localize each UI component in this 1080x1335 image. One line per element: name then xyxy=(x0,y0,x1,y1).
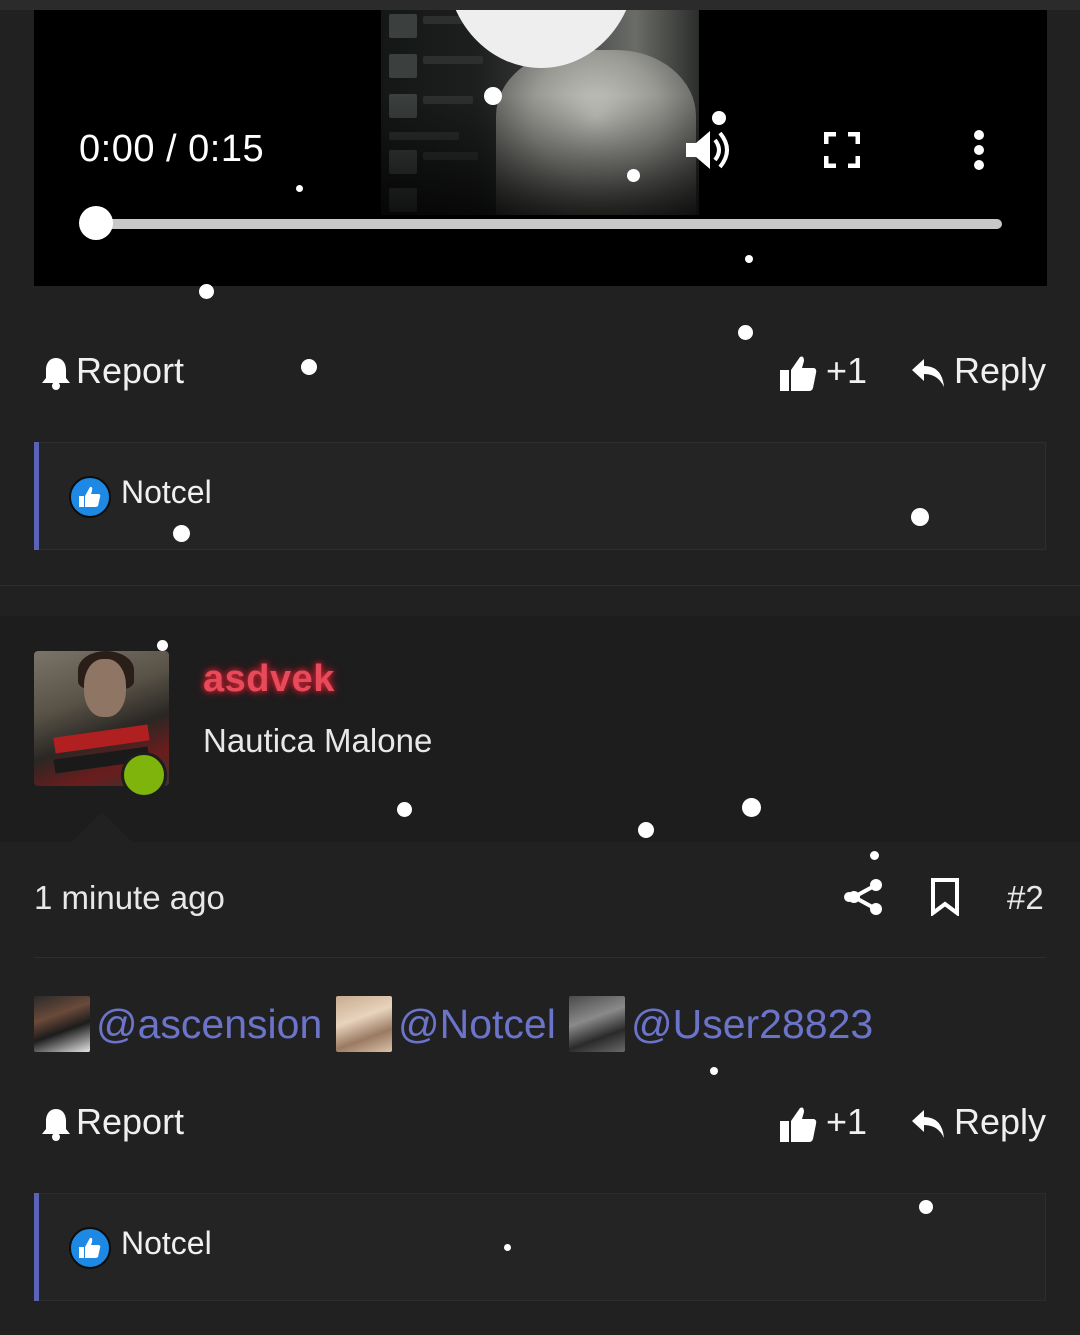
mention-avatar xyxy=(569,996,625,1052)
username[interactable]: asdvek xyxy=(203,658,335,701)
reaction-bar-accent xyxy=(34,1193,39,1301)
like-button[interactable]: +1 xyxy=(778,1101,867,1144)
report-button[interactable]: Report xyxy=(40,350,184,392)
mention-link[interactable]: @ascension xyxy=(34,996,322,1052)
report-label: Report xyxy=(76,350,185,391)
like-count: +1 xyxy=(826,350,868,391)
bell-icon xyxy=(42,358,70,391)
mention-name[interactable]: @ascension xyxy=(96,1001,322,1048)
reply-button[interactable]: Reply xyxy=(910,350,1046,392)
reaction-bar[interactable]: Notcel xyxy=(34,1193,1046,1301)
like-badge-icon xyxy=(69,1227,111,1269)
reactor-name[interactable]: Notcel xyxy=(121,474,212,511)
like-badge-icon xyxy=(69,476,111,518)
reply-icon xyxy=(912,359,944,388)
mention-name[interactable]: @User28823 xyxy=(631,1001,873,1048)
mention-link[interactable]: @Notcel xyxy=(336,996,556,1052)
reply-label: Reply xyxy=(954,350,1047,391)
thumbs-up-icon xyxy=(780,356,817,392)
more-vertical-icon[interactable] xyxy=(972,130,986,170)
reply-label: Reply xyxy=(954,1101,1047,1142)
thumbs-up-icon xyxy=(780,1107,817,1143)
post-timestamp[interactable]: 1 minute ago xyxy=(34,879,225,917)
reply-button[interactable]: Reply xyxy=(910,1101,1046,1143)
like-button[interactable]: +1 xyxy=(778,350,867,393)
reply-icon xyxy=(912,1110,944,1139)
report-label: Report xyxy=(76,1101,185,1142)
top-divider xyxy=(0,0,1080,10)
video-player[interactable]: 0:00 / 0:15 xyxy=(34,10,1047,286)
post-divider xyxy=(0,585,1080,586)
reaction-bar-accent xyxy=(34,442,39,550)
user-title: Nautica Malone xyxy=(203,722,433,759)
mention-link[interactable]: @User28823 xyxy=(569,996,873,1052)
mention-avatar xyxy=(34,996,90,1052)
mention-avatar xyxy=(336,996,392,1052)
post-number[interactable]: #2 xyxy=(1007,879,1044,917)
online-status-icon xyxy=(121,752,167,798)
bell-icon xyxy=(42,1109,70,1142)
like-count: +1 xyxy=(826,1101,868,1142)
reactor-name[interactable]: Notcel xyxy=(121,1225,212,1262)
video-time: 0:00 / 0:15 xyxy=(79,128,265,170)
volume-icon[interactable] xyxy=(684,128,734,172)
fullscreen-icon[interactable] xyxy=(824,132,860,168)
bookmark-icon[interactable] xyxy=(930,878,960,916)
mention-name[interactable]: @Notcel xyxy=(398,1001,556,1048)
video-progress-handle[interactable] xyxy=(79,206,113,240)
post-body-divider xyxy=(34,957,1046,958)
report-button[interactable]: Report xyxy=(40,1101,184,1143)
video-progress-track[interactable] xyxy=(96,219,1002,229)
message-caret xyxy=(72,812,132,842)
